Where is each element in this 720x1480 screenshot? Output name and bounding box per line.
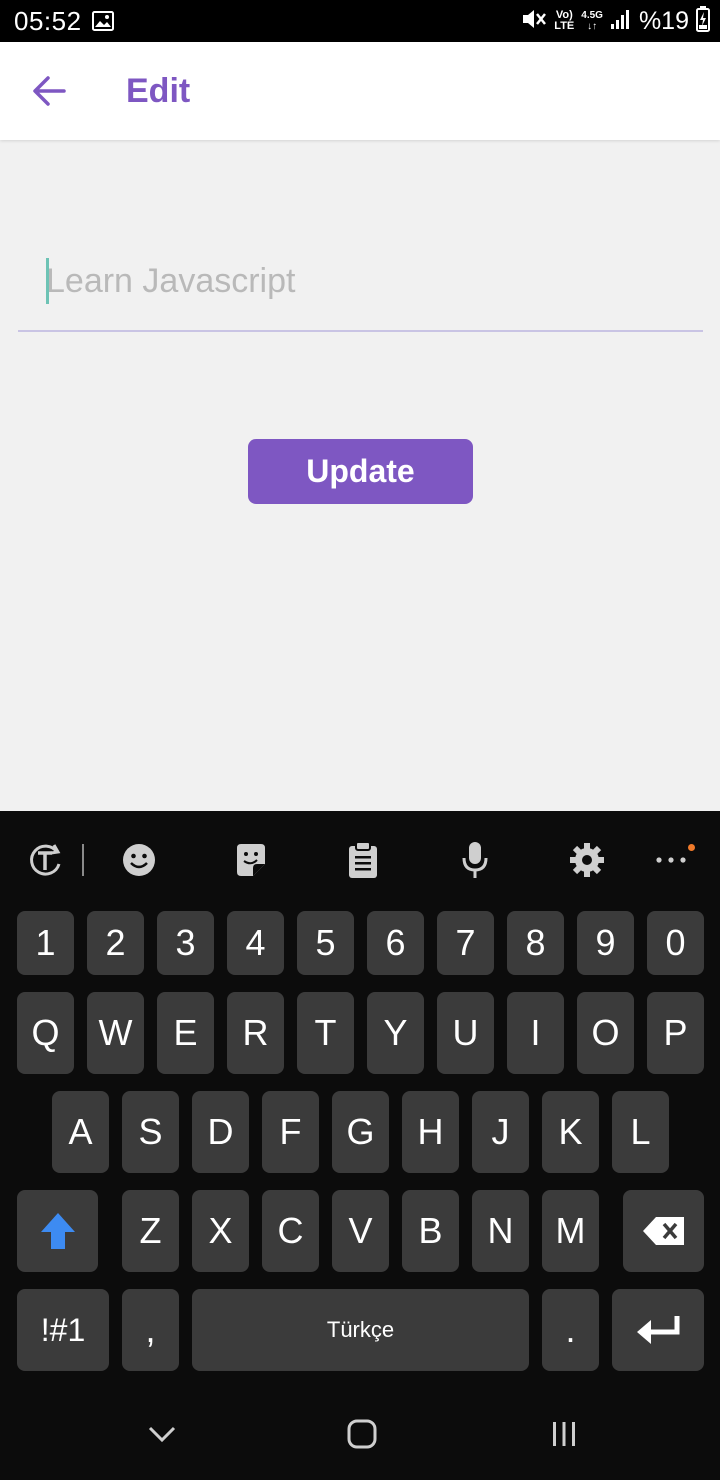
backspace-icon (642, 1217, 684, 1245)
key-o[interactable]: O (577, 992, 634, 1074)
page-title: Edit (126, 72, 191, 110)
key-c[interactable]: C (262, 1190, 319, 1272)
period-key[interactable]: . (542, 1289, 599, 1371)
hide-keyboard-chevron-icon[interactable] (138, 1410, 186, 1458)
key-f[interactable]: F (262, 1091, 319, 1173)
network-type: 4.5G ↓↑ (581, 10, 603, 32)
keyboard-toolbar (0, 811, 720, 907)
notification-dot (688, 844, 695, 851)
text-cursor (46, 258, 49, 304)
gear-icon[interactable] (566, 839, 608, 881)
volte-indicator: Vo) LTE (554, 9, 575, 32)
key-v[interactable]: V (332, 1190, 389, 1272)
key-p[interactable]: P (647, 992, 704, 1074)
sticker-icon[interactable] (230, 839, 272, 881)
toolbar-separator (82, 844, 84, 876)
enter-icon (637, 1316, 680, 1344)
app-bar: Edit (0, 42, 720, 140)
back-arrow-icon[interactable] (30, 74, 68, 108)
key-s[interactable]: S (122, 1091, 179, 1173)
key-2[interactable]: 2 (87, 911, 144, 975)
key-e[interactable]: E (157, 992, 214, 1074)
key-3[interactable]: 3 (157, 911, 214, 975)
task-input[interactable] (46, 258, 686, 304)
emoji-icon[interactable] (118, 839, 160, 881)
shift-arrow-icon (40, 1213, 75, 1249)
key-g[interactable]: G (332, 1091, 389, 1173)
space-key[interactable]: Türkçe (192, 1289, 529, 1371)
key-a[interactable]: A (52, 1091, 109, 1173)
signal-icon (610, 8, 632, 35)
more-options-icon[interactable] (650, 839, 692, 881)
key-r[interactable]: R (227, 992, 284, 1074)
battery-charging-icon (696, 5, 710, 37)
data-arrows-icon: ↓↑ (587, 21, 598, 32)
key-4[interactable]: 4 (227, 911, 284, 975)
key-q[interactable]: Q (17, 992, 74, 1074)
microphone-icon[interactable] (454, 839, 496, 881)
shift-key[interactable] (17, 1190, 98, 1272)
key-5[interactable]: 5 (297, 911, 354, 975)
key-6[interactable]: 6 (367, 911, 424, 975)
key-d[interactable]: D (192, 1091, 249, 1173)
key-m[interactable]: M (542, 1190, 599, 1272)
mute-icon (521, 7, 547, 36)
key-b[interactable]: B (402, 1190, 459, 1272)
status-bar: 05:52 Vo) LTE 4.5G ↓↑ %19 (0, 0, 720, 42)
key-n[interactable]: N (472, 1190, 529, 1272)
backspace-key[interactable] (623, 1190, 704, 1272)
key-u[interactable]: U (437, 992, 494, 1074)
key-x[interactable]: X (192, 1190, 249, 1272)
recent-apps-icon[interactable] (540, 1410, 588, 1458)
key-h[interactable]: H (402, 1091, 459, 1173)
key-w[interactable]: W (87, 992, 144, 1074)
status-icons: Vo) LTE 4.5G ↓↑ %19 (521, 5, 710, 37)
key-z[interactable]: Z (122, 1190, 179, 1272)
clipboard-icon[interactable] (342, 839, 384, 881)
translate-icon[interactable] (24, 839, 66, 881)
task-input-field[interactable] (18, 250, 703, 332)
key-y[interactable]: Y (367, 992, 424, 1074)
key-0[interactable]: 0 (647, 911, 704, 975)
key-j[interactable]: J (472, 1091, 529, 1173)
key-9[interactable]: 9 (577, 911, 634, 975)
key-8[interactable]: 8 (507, 911, 564, 975)
key-k[interactable]: K (542, 1091, 599, 1173)
symbols-key[interactable]: !#1 (17, 1289, 109, 1371)
comma-key[interactable]: , (122, 1289, 179, 1371)
status-time: 05:52 (14, 6, 82, 36)
navigation-bar (0, 1390, 720, 1480)
gallery-notification-icon (92, 11, 114, 36)
key-i[interactable]: I (507, 992, 564, 1074)
battery-percent: %19 (638, 6, 689, 35)
key-7[interactable]: 7 (437, 911, 494, 975)
update-button[interactable]: Update (248, 439, 473, 504)
key-t[interactable]: T (297, 992, 354, 1074)
soft-keyboard: 1 2 3 4 5 6 7 8 9 0 Q W E R T Y U I O P … (0, 811, 720, 1480)
key-l[interactable]: L (612, 1091, 669, 1173)
home-button-icon[interactable] (338, 1410, 386, 1458)
key-1[interactable]: 1 (17, 911, 74, 975)
enter-key[interactable] (612, 1289, 704, 1371)
